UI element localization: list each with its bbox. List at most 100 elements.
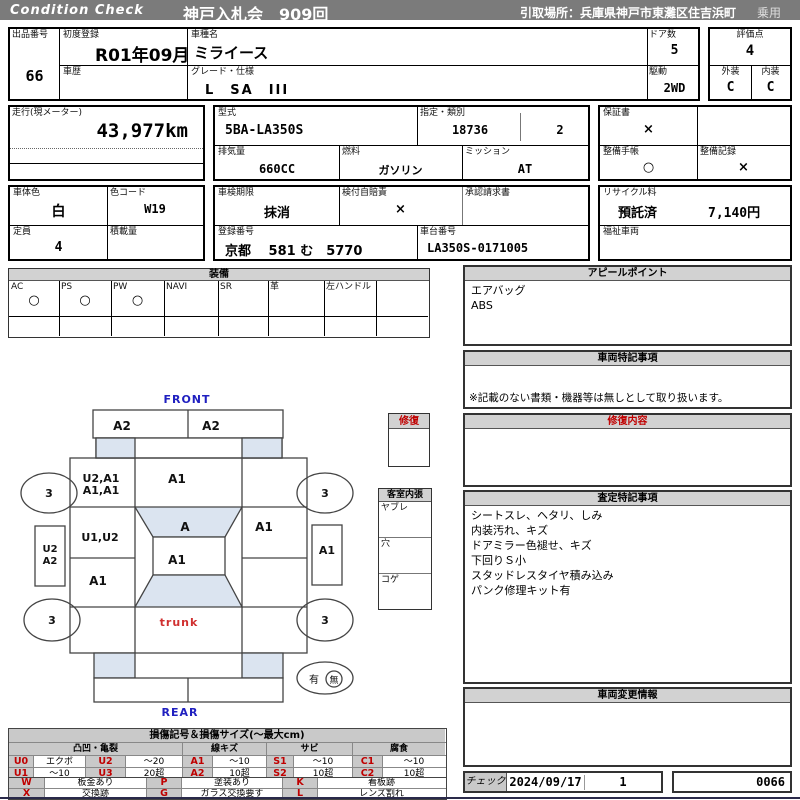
cowl-corner-left xyxy=(96,438,135,458)
mark-desc: 看板跡 xyxy=(317,778,445,788)
check-label: チェック xyxy=(465,773,507,791)
legend-code: U0 xyxy=(9,756,33,767)
vehicle-category: 乗用 xyxy=(757,4,781,21)
sheet-number-value: 0066 xyxy=(756,775,785,789)
divider xyxy=(710,65,790,66)
bottom-rule xyxy=(0,797,800,799)
divider xyxy=(111,281,112,336)
divider xyxy=(10,163,203,164)
score-box: 評価点 4 外装 C 内装 C xyxy=(708,27,792,101)
header-bar: Condition Check 神戸入札会 909回 引取場所：兵庫県神戸市東灘… xyxy=(0,0,800,22)
wheel-rl-depth: 3 xyxy=(48,614,56,627)
divider xyxy=(215,225,588,226)
divider xyxy=(600,145,790,146)
appeal-line: エアバッグ xyxy=(465,281,790,298)
jibaiseki-label: 検付自賠責 xyxy=(342,188,387,198)
divider xyxy=(59,29,60,99)
auction-condition-sheet: { "colors":{"bar":"#7b7b7b","panel_heade… xyxy=(0,0,800,800)
divider xyxy=(10,148,203,149)
assessment-line: 内装汚れ、キズ xyxy=(465,523,790,538)
capacity-value: 4 xyxy=(10,240,107,255)
mark-left-door-front: U1,U2 xyxy=(81,531,118,544)
grade-label: グレード・仕様 xyxy=(191,67,254,77)
spare-no-label: 無 xyxy=(329,674,338,686)
legend-group-corrosion: 腐食 xyxy=(352,743,445,755)
jibaiseki-value: × xyxy=(339,202,462,217)
assessment-line: ドアミラー色褪せ、キズ xyxy=(465,538,790,553)
cabin-interior-title: 客室内張 xyxy=(379,489,431,502)
recycle-fee-value: 7,140円 xyxy=(708,202,760,221)
doors-value: 5 xyxy=(647,43,702,58)
trunk-label: trunk xyxy=(160,616,199,629)
cabin-item-tear-label: ヤブレ xyxy=(379,502,431,513)
check-count-value: 1 xyxy=(585,775,661,789)
history-label: 車歴 xyxy=(63,67,81,77)
sheet-number-box: 0066 xyxy=(672,771,792,793)
registration-number-label: 登録番号 xyxy=(218,227,254,237)
mileage-box: 走行(現メーター) 43,977km xyxy=(8,105,205,181)
legend-group-rust: サビ xyxy=(266,743,352,755)
mark-left-fender-2: A1,A1 xyxy=(83,484,120,497)
rear-corner-left xyxy=(94,653,135,678)
mark-windshield: A xyxy=(180,520,190,534)
auction-title: 神戸入札会 909回 xyxy=(183,1,328,25)
divider xyxy=(520,113,521,141)
color-code-value: W19 xyxy=(107,202,203,216)
recycle-status-value: 預託済 xyxy=(618,202,657,221)
mark-left-door-rear: A1 xyxy=(89,574,107,588)
check-date-value: 2024/09/17 xyxy=(507,775,585,790)
mileage-label: 走行(現メーター) xyxy=(12,108,82,118)
mark-front-bumper-right: A2 xyxy=(202,419,220,433)
legend-group-dent: 凸凹・亀裂 xyxy=(9,743,182,755)
score-value: 4 xyxy=(710,43,790,59)
lot-number-label: 出品番号 xyxy=(12,30,48,40)
first-registration-label: 初度登録 xyxy=(63,30,99,40)
wheel-fr-depth: 3 xyxy=(321,487,329,500)
transmission-value: AT xyxy=(462,162,588,176)
equipment-navi-label: NAVI xyxy=(166,282,187,292)
appeal-points-panel: アピールポイント エアバッグ ABS xyxy=(463,265,792,346)
registration-number-value: 京都 581 む 5770 xyxy=(225,240,362,259)
assessment-line: パンク修理キット有 xyxy=(465,583,790,598)
vehicle-change-panel: 車両変更情報 xyxy=(463,687,792,767)
mark-desc: 板金あり xyxy=(44,778,146,788)
divider xyxy=(164,281,165,336)
divider xyxy=(107,187,108,259)
divider xyxy=(376,281,377,336)
equipment-ac-label: AC xyxy=(11,282,23,292)
cowl-corner-right xyxy=(242,438,282,458)
displacement-label: 排気量 xyxy=(218,147,245,157)
equipment-pw-value: ○ xyxy=(111,293,164,308)
maintenance-record-value: × xyxy=(697,160,790,175)
pickup-location: 引取場所：兵庫県神戸市東灘区住吉浜町 xyxy=(520,4,736,21)
drive-label: 駆動 xyxy=(649,67,667,77)
rear-window xyxy=(135,575,242,607)
equipment-ps-value: ○ xyxy=(59,293,111,308)
appeal-line: ABS xyxy=(465,298,790,313)
equipment-ac-value: ○ xyxy=(9,293,59,308)
chassis-type-value: 5BA-LA350S xyxy=(225,123,303,138)
divider xyxy=(417,225,418,259)
divider xyxy=(59,281,60,336)
doors-label: ドア数 xyxy=(649,30,676,40)
front-label: FRONT xyxy=(163,393,210,406)
chassis-type-label: 型式 xyxy=(218,108,236,118)
legend-code: U2 xyxy=(85,756,125,767)
exterior-label: 外装 xyxy=(710,67,751,77)
assessment-line: 下回りＳ小 xyxy=(465,553,790,568)
displacement-value: 660CC xyxy=(215,162,339,176)
legend-group-scratch: 線キズ xyxy=(182,743,266,755)
rear-corner-right xyxy=(242,653,283,678)
legend-desc: ～10 xyxy=(293,756,352,767)
vin-value: LA350S-0171005 xyxy=(427,241,528,255)
mark-right-side: A1 xyxy=(319,544,335,557)
repair-mini-title: 修復 xyxy=(389,414,429,429)
assessment-notes-panel: 査定特記事項 シートスレ、ヘタリ、しみ 内装汚れ、キズ ドアミラー色褪せ、キズ … xyxy=(463,490,792,684)
score-label: 評価点 xyxy=(710,30,790,40)
cabin-item-hole: 穴 xyxy=(379,538,431,574)
body-color-value: 白 xyxy=(10,201,107,221)
model-name-value: ミライース xyxy=(194,42,268,63)
cabin-interior-box: 客室内張 ヤブレ 穴 コゲ xyxy=(378,488,432,610)
equipment-ps-label: PS xyxy=(61,282,72,292)
approval-request-label: 承認請求書 xyxy=(465,188,510,198)
